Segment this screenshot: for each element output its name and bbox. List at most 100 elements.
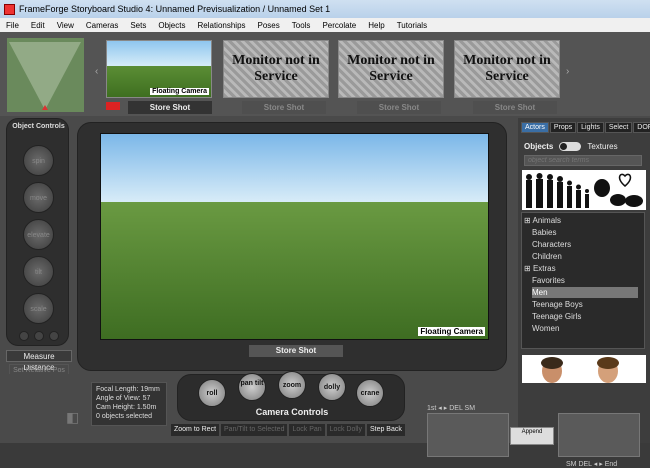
crane-button[interactable]: crane (356, 379, 384, 407)
menu-cameras[interactable]: Cameras (86, 21, 118, 30)
store-shot-button[interactable]: Store Shot (249, 345, 343, 357)
camera-controls: roll pan tilt zoom dolly crane Camera Co… (177, 371, 405, 421)
small-control-icon[interactable] (19, 331, 29, 341)
menu-percolate[interactable]: Percolate (322, 21, 356, 30)
step-back-button[interactable]: Step Back (366, 424, 405, 436)
tree-item-men[interactable]: Men (532, 287, 638, 298)
category-tree: ⊞ Animals Babies Characters Children ⊞ E… (521, 212, 645, 349)
menu-bar: File Edit View Cameras Sets Objects Rela… (0, 18, 650, 32)
pan-tilt-to-selected-button[interactable]: Pan/Tilt to Selected (221, 424, 288, 436)
spin-button[interactable]: spin (23, 145, 54, 176)
tab-dof[interactable]: DOF (633, 122, 650, 133)
window-title: FrameForge Storyboard Studio 4: Unnamed … (19, 4, 331, 14)
shot-thumb-2[interactable]: Monitor not in Service (223, 40, 329, 98)
monitor-text: Monitor not in Service (347, 53, 435, 84)
camera-toolbar: Zoom to Rect Pan/Tilt to Selected Lock P… (171, 424, 411, 436)
overhead-camera-cone (9, 42, 81, 110)
app-icon (4, 3, 15, 15)
object-controls-title: Object Controls (12, 123, 65, 130)
menu-relationships[interactable]: Relationships (197, 21, 245, 30)
toggle-switch[interactable] (559, 141, 582, 151)
actor-silhouettes (522, 170, 646, 210)
lock-pan-button[interactable]: Lock Pan (289, 424, 325, 436)
shot-thumb-3[interactable]: Monitor not in Service (338, 40, 444, 98)
dolly-button[interactable]: dolly (318, 373, 346, 401)
end-button[interactable]: End (605, 461, 617, 468)
title-bar: FrameForge Storyboard Studio 4: Unnamed … (0, 0, 650, 18)
viewport-caption: Floating Camera (418, 327, 485, 336)
lens-info: Focal Length: 19mm Angle of View: 57 Cam… (91, 382, 167, 426)
store-shot-button-1[interactable]: Store Shot (128, 101, 212, 114)
sequence-footer: SM DEL ◂ ▸ End (566, 461, 618, 468)
monitor-text: Monitor not in Service (463, 53, 551, 84)
tree-item-favorites[interactable]: Favorites (532, 275, 565, 286)
object-controls-panel: Object Controls spin move elevate tilt s… (6, 118, 69, 346)
camera-viewport[interactable]: Floating Camera (100, 133, 489, 340)
roll-button[interactable]: roll (198, 379, 226, 407)
menu-tools[interactable]: Tools (292, 21, 311, 30)
object-search-input[interactable] (524, 155, 642, 166)
store-shot-button-3[interactable]: Store Shot (357, 101, 441, 114)
menu-objects[interactable]: Objects (158, 21, 185, 30)
tilt-button[interactable]: tilt (23, 256, 54, 287)
camera-controls-label: Camera Controls (255, 407, 329, 417)
main-area: ‹ Floating Camera Store Shot Monitor not… (0, 32, 650, 468)
monitor-text: Monitor not in Service (232, 53, 320, 84)
shot-thumb-4[interactable]: Monitor not in Service (454, 40, 560, 98)
tab-lights[interactable]: Lights (577, 122, 604, 133)
zoom-button[interactable]: zoom (278, 371, 306, 399)
elevate-button[interactable]: elevate (23, 219, 54, 250)
sequence-slot-1[interactable] (427, 413, 509, 457)
menu-tutorials[interactable]: Tutorials (397, 21, 427, 30)
camera-icon (106, 102, 120, 110)
pan-tilt-button[interactable]: pan tilt (238, 373, 266, 401)
viewport-frame: Floating Camera Store Shot (77, 122, 507, 371)
shot-thumb-1[interactable]: Floating Camera (106, 40, 212, 98)
shot-strip: ‹ Floating Camera Store Shot Monitor not… (0, 32, 650, 116)
scale-button[interactable]: scale (23, 293, 54, 324)
small-control-icon[interactable] (49, 331, 59, 341)
library-tabs: Actors Props Lights Select DOF (521, 122, 650, 133)
zoom-to-rect-button[interactable]: Zoom to Rect (171, 424, 220, 436)
actor-previews[interactable] (522, 355, 646, 383)
sm-button[interactable]: SM (465, 405, 476, 412)
tree-item-women[interactable]: Women (532, 323, 559, 334)
first-button[interactable]: 1st (427, 405, 436, 412)
menu-help[interactable]: Help (368, 21, 384, 30)
tab-actors[interactable]: Actors (521, 122, 549, 133)
small-control-icon[interactable] (34, 331, 44, 341)
tab-select[interactable]: Select (604, 122, 633, 133)
nav-cube-icon[interactable]: ◧ (66, 409, 84, 439)
tree-item-characters[interactable]: Characters (532, 239, 571, 250)
store-shot-button-2[interactable]: Store Shot (242, 101, 326, 114)
menu-poses[interactable]: Poses (258, 21, 280, 30)
sm-del-button[interactable]: SM DEL (566, 461, 592, 468)
sequence-slot-2[interactable] (558, 413, 640, 457)
menu-sets[interactable]: Sets (130, 21, 146, 30)
focal-length: Focal Length: 19mm (96, 386, 160, 393)
tree-item-teenage-girls[interactable]: Teenage Girls (532, 311, 581, 322)
menu-file[interactable]: File (6, 21, 19, 30)
strip-right-arrow-icon[interactable]: › (566, 66, 569, 77)
tree-item-teenage-boys[interactable]: Teenage Boys (532, 299, 583, 310)
tree-item-children[interactable]: Children (532, 251, 562, 262)
del-button[interactable]: DEL (449, 405, 462, 412)
menu-view[interactable]: View (57, 21, 74, 30)
tree-item-animals[interactable]: ⊞ Animals (524, 215, 561, 226)
tab-props[interactable]: Props (549, 122, 577, 133)
measure-distance-button[interactable]: Measure Distance (6, 350, 72, 372)
cam-height: Cam Height: 1.50m (96, 404, 157, 411)
tree-item-extras[interactable]: ⊞ Extras (524, 263, 556, 274)
lock-dolly-button[interactable]: Lock Dolly (326, 424, 365, 436)
overhead-view[interactable] (7, 38, 84, 112)
strip-left-arrow-icon[interactable]: ‹ (95, 66, 98, 77)
move-button[interactable]: move (23, 182, 54, 213)
objects-textures-toggle[interactable]: Objects Textures (524, 140, 644, 152)
store-shot-button-4[interactable]: Store Shot (473, 101, 557, 114)
angle-of-view: Angle of View: 57 (96, 395, 151, 402)
tree-item-babies[interactable]: Babies (532, 227, 556, 238)
menu-edit[interactable]: Edit (31, 21, 45, 30)
toggle-textures-label: Textures (587, 141, 618, 151)
append-button[interactable]: Append (510, 427, 554, 445)
sequence-nav: 1st ◂ ▸ DEL SM (427, 405, 476, 412)
